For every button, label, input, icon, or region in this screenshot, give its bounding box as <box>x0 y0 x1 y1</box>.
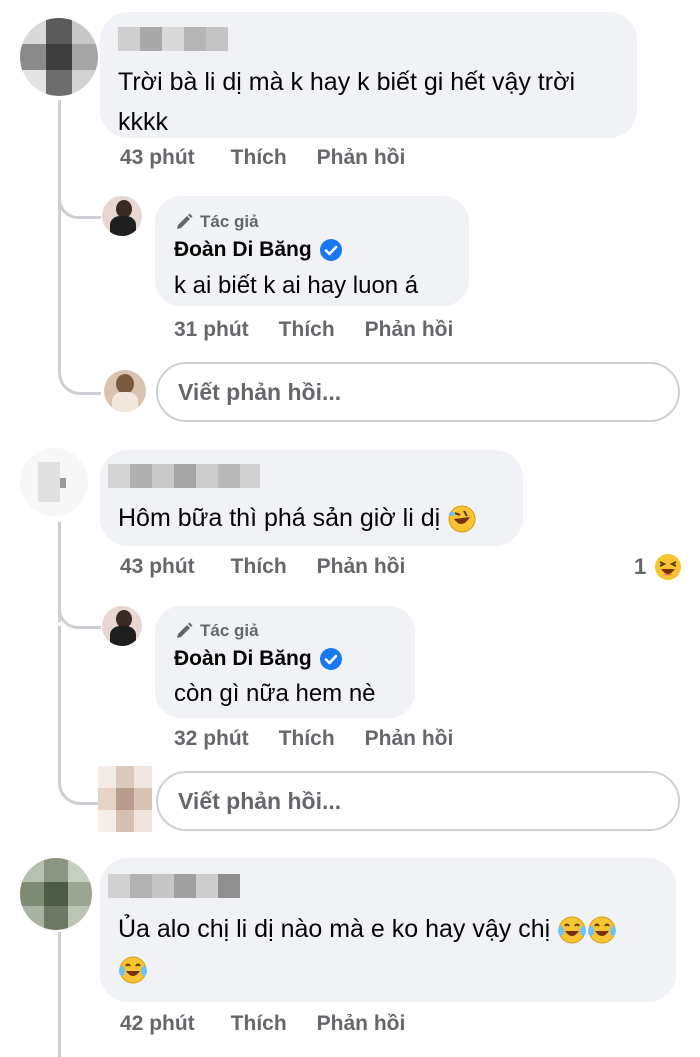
reply-input[interactable]: Viết phản hồi... <box>156 771 680 831</box>
rolling-laughing-emoji <box>448 505 476 533</box>
thread-connector <box>58 626 101 805</box>
reply-text: k ai biết k ai hay luon á <box>174 272 419 299</box>
like-button[interactable]: Thích <box>231 555 287 579</box>
thread-connector <box>58 216 101 395</box>
commenter-avatar[interactable] <box>20 18 98 96</box>
comment-text: Hôm bữa thì phá sản giờ li dị <box>118 498 477 538</box>
pencil-icon <box>177 213 193 229</box>
reaction-summary[interactable]: 1 <box>634 551 684 583</box>
thread-connector <box>58 180 101 219</box>
verified-badge-icon <box>319 239 342 261</box>
reply-meta: 31 phút Thích Phản hồi <box>174 318 453 342</box>
like-button[interactable]: Thích <box>231 146 287 170</box>
tears-of-joy-emoji <box>119 956 147 984</box>
author-name[interactable]: Đoàn Di Băng <box>174 647 342 671</box>
commenter-name-blurred[interactable] <box>108 464 260 488</box>
comment-meta: 43 phút Thích Phản hồi <box>120 555 405 579</box>
author-avatar[interactable] <box>102 196 142 236</box>
reply-time[interactable]: 32 phút <box>174 727 249 751</box>
comment-meta: 42 phút Thích Phản hồi <box>120 1012 405 1036</box>
like-button[interactable]: Thích <box>279 727 335 751</box>
reply-button[interactable]: Phản hồi <box>317 1012 406 1036</box>
tears-of-joy-emoji <box>558 916 587 944</box>
reply-meta: 32 phút Thích Phản hồi <box>174 727 453 751</box>
comment-time[interactable]: 43 phút <box>120 555 195 579</box>
tears-of-joy-emoji <box>588 916 617 944</box>
pencil-icon <box>177 622 193 638</box>
thread-connector <box>58 590 101 629</box>
reply-button[interactable]: Phản hồi <box>317 555 406 579</box>
author-tag: Tác giả <box>174 621 259 641</box>
commenter-name-blurred[interactable] <box>108 874 240 898</box>
current-user-avatar <box>104 370 146 412</box>
comment-text: Trời bà li dị mà k hay k biết gi hết vậy… <box>118 68 576 136</box>
reply-input[interactable]: Viết phản hồi... <box>156 362 680 422</box>
author-avatar[interactable] <box>102 606 142 646</box>
comment-text: Ủa alo chị li dị nào mà e ko hay vậy chị <box>118 909 617 989</box>
like-button[interactable]: Thích <box>279 318 335 342</box>
comment-time[interactable]: 42 phút <box>120 1012 195 1036</box>
commenter-avatar[interactable] <box>20 858 92 930</box>
current-user-avatar <box>98 766 152 832</box>
reply-button[interactable]: Phản hồi <box>365 318 454 342</box>
reply-time[interactable]: 31 phút <box>174 318 249 342</box>
verified-badge-icon <box>319 648 342 670</box>
author-name[interactable]: Đoàn Di Băng <box>174 238 342 262</box>
reply-button[interactable]: Phản hồi <box>365 727 454 751</box>
thread-line <box>58 932 61 1057</box>
reply-text: còn gì nữa hem nè <box>174 680 376 707</box>
squinting-laugh-emoji <box>653 552 684 582</box>
commenter-avatar[interactable] <box>20 448 88 516</box>
reply-button[interactable]: Phản hồi <box>317 146 406 170</box>
author-tag: Tác giả <box>174 212 259 232</box>
reaction-count: 1 <box>634 554 647 579</box>
like-button[interactable]: Thích <box>231 1012 287 1036</box>
comment-meta: 43 phút Thích Phản hồi <box>120 146 405 170</box>
commenter-name-blurred[interactable] <box>118 27 228 51</box>
comment-time[interactable]: 43 phút <box>120 146 195 170</box>
